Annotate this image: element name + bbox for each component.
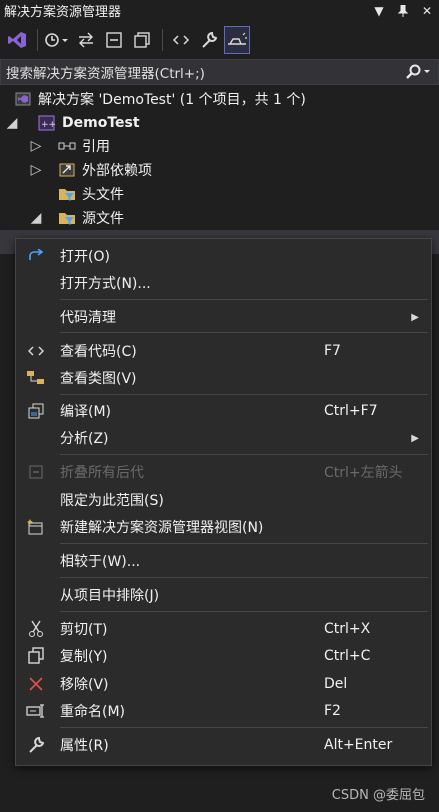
new-view-icon [16, 519, 56, 535]
shortcut-label: Alt+Enter [324, 737, 393, 753]
shortcut-label: Ctrl+F7 [324, 403, 378, 419]
expanded-arrow-icon[interactable]: ◢ [6, 115, 18, 131]
menu-separator [60, 332, 428, 333]
pending-changes-filter-button[interactable] [43, 26, 71, 54]
menu-item-properties[interactable]: 属性(R) Alt+Enter [16, 732, 431, 758]
tree-item-references[interactable]: ▷ 引用 [0, 134, 439, 158]
menu-separator [60, 543, 428, 544]
show-all-files-icon [134, 32, 150, 48]
tree-label: 引用 [82, 139, 110, 155]
collapse-all-icon [106, 32, 122, 48]
rename-icon [16, 703, 56, 719]
context-menu: 打开(O) 打开方式(N)... 代码清理 ▶ 查看代码(C) F7 查看类图(… [15, 238, 432, 766]
menu-separator [60, 577, 428, 578]
search-options[interactable] [398, 64, 438, 80]
properties-button[interactable] [196, 26, 222, 54]
cpp-project-icon: ++ [38, 115, 56, 131]
shortcut-label: Ctrl+X [324, 621, 371, 637]
dropdown-icon[interactable]: ▼ [367, 0, 391, 21]
preview-selected-items-button[interactable] [224, 26, 250, 54]
collapsed-arrow-icon[interactable]: ▷ [30, 162, 42, 178]
toolbar-separator [162, 29, 163, 51]
menu-item-cut[interactable]: 剪切(T) Ctrl+X [16, 616, 431, 642]
sync-with-active-document-button[interactable] [73, 26, 99, 54]
menu-item-compile[interactable]: 编译(M) Ctrl+F7 [16, 398, 431, 424]
compile-icon [16, 403, 56, 419]
menu-item-code-cleanup[interactable]: 代码清理 ▶ [16, 304, 431, 330]
filter-folder-icon [58, 210, 76, 226]
external-dependencies-icon [58, 162, 76, 178]
collapse-all-button[interactable] [101, 26, 127, 54]
clock-icon [45, 33, 68, 47]
class-diagram-icon [16, 370, 56, 386]
menu-item-scope-to-this[interactable]: 限定为此范围(S) [16, 487, 431, 513]
menu-separator [60, 454, 428, 455]
code-brackets-icon [172, 35, 190, 45]
menu-separator [60, 299, 428, 300]
menu-separator [60, 727, 428, 728]
search-input[interactable]: 搜索解决方案资源管理器(Ctrl+;) [1, 62, 398, 82]
menu-item-rename[interactable]: 重命名(M) F2 [16, 698, 431, 724]
shortcut-label: Ctrl+C [324, 648, 371, 664]
code-brackets-icon [16, 344, 56, 358]
preview-icon [228, 32, 247, 45]
open-icon [16, 249, 56, 263]
wrench-icon [16, 736, 56, 754]
search-solution-explorer[interactable]: 搜索解决方案资源管理器(Ctrl+;) [0, 59, 439, 85]
svg-text:++: ++ [41, 120, 56, 130]
pin-icon[interactable] [391, 0, 415, 21]
shortcut-label: Ctrl+左箭头 [324, 465, 403, 481]
menu-separator [60, 394, 428, 395]
menu-item-compare-with[interactable]: 相较于(W)... [16, 548, 431, 574]
submenu-arrow-icon: ▶ [411, 311, 419, 323]
view-code-button[interactable] [168, 26, 194, 54]
menu-item-exclude-from-project[interactable]: 从项目中排除(J) [16, 582, 431, 608]
tree-item-external-dependencies[interactable]: ▷ 外部依赖项 [0, 158, 439, 182]
tree-label: 外部依赖项 [82, 163, 152, 179]
tree-item-source-files[interactable]: ◢ 源文件 [0, 206, 439, 230]
close-icon[interactable]: ✕ [415, 0, 439, 21]
tree-item-header-files[interactable]: 头文件 [0, 182, 439, 206]
menu-item-new-solution-explorer-view[interactable]: 新建解决方案资源管理器视图(N) [16, 514, 431, 540]
tree-label: 头文件 [82, 187, 124, 203]
sync-arrows-icon [79, 32, 93, 48]
menu-item-view-class-diagram[interactable]: 查看类图(V) [16, 365, 431, 391]
panel-title-bar: 解决方案资源管理器 ▼ ✕ [0, 0, 439, 21]
references-icon [58, 138, 76, 154]
tree-item-project[interactable]: ◢ ++ DemoTest [0, 111, 439, 135]
filter-folder-icon [58, 186, 76, 202]
project-label: DemoTest [62, 115, 140, 131]
solution-explorer-toolbar [0, 23, 439, 57]
shortcut-label: Del [324, 676, 348, 692]
shortcut-label: F2 [324, 703, 341, 719]
switch-views-button[interactable] [4, 26, 30, 54]
panel-title: 解决方案资源管理器 [4, 5, 122, 20]
menu-item-open[interactable]: 打开(O) [16, 243, 431, 269]
wrench-icon [202, 31, 218, 48]
menu-item-open-with[interactable]: 打开方式(N)... [16, 270, 431, 296]
watermark: CSDN @委屈包 [331, 788, 425, 803]
expanded-arrow-icon[interactable]: ◢ [30, 210, 42, 226]
submenu-arrow-icon: ▶ [411, 432, 419, 444]
remove-x-icon [16, 676, 56, 692]
collapsed-arrow-icon[interactable]: ▷ [30, 138, 42, 154]
shortcut-label: F7 [324, 343, 341, 359]
visual-studio-icon [8, 32, 26, 48]
collapse-icon [16, 465, 56, 479]
menu-item-analyze[interactable]: 分析(Z) ▶ [16, 425, 431, 451]
show-all-files-button[interactable] [129, 26, 155, 54]
solution-icon [14, 91, 32, 107]
menu-item-collapse-all-descendants[interactable]: 折叠所有后代 Ctrl+左箭头 [16, 459, 431, 485]
tree-item-solution[interactable]: 解决方案 'DemoTest' (1 个项目，共 1 个) [0, 87, 439, 111]
menu-item-remove[interactable]: 移除(V) Del [16, 671, 431, 697]
scissors-icon [16, 620, 56, 638]
menu-item-view-code[interactable]: 查看代码(C) F7 [16, 338, 431, 364]
menu-separator [60, 611, 428, 612]
tree-label: 源文件 [82, 211, 124, 227]
solution-label: 解决方案 'DemoTest' (1 个项目，共 1 个) [38, 92, 306, 108]
search-icon [406, 64, 430, 79]
menu-item-copy[interactable]: 复制(Y) Ctrl+C [16, 643, 431, 669]
toolbar-separator [37, 29, 38, 51]
copy-icon [16, 647, 56, 665]
